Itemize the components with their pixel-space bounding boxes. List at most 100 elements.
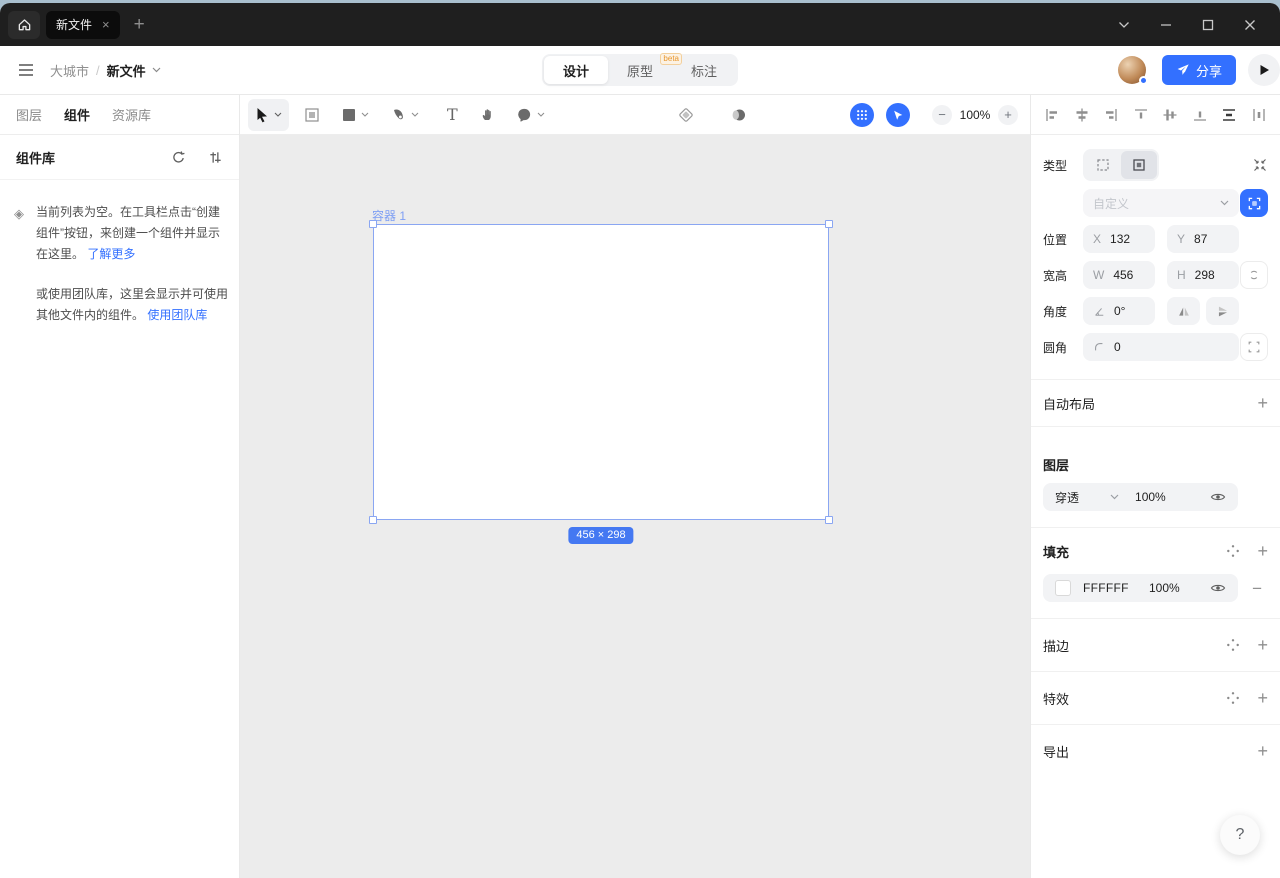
canvas[interactable]: 容器 1 456 × 298 — [240, 135, 1030, 878]
close-tab-icon[interactable]: × — [102, 18, 110, 31]
effects-style-dots-icon[interactable] — [1226, 691, 1240, 705]
align-horizontal-center-icon[interactable] — [1074, 107, 1090, 123]
effects-section-label: 特效 — [1043, 689, 1069, 708]
layer-visibility-eye-icon[interactable] — [1210, 491, 1226, 503]
comment-tool[interactable] — [510, 99, 552, 131]
text-tool[interactable]: T — [440, 99, 465, 131]
breadcrumb-file-name[interactable]: 新文件 — [107, 61, 146, 80]
height-input[interactable]: H 298 — [1167, 261, 1239, 289]
main-menu-button[interactable] — [14, 58, 38, 82]
learn-more-link[interactable]: 了解更多 — [87, 247, 135, 261]
tab-layers[interactable]: 图层 — [16, 105, 42, 124]
distribute-horizontal-icon[interactable] — [1251, 107, 1267, 123]
corner-radius-input[interactable]: 0 — [1083, 333, 1239, 361]
file-menu-chevron-icon[interactable] — [152, 67, 161, 73]
fill-visibility-eye-icon[interactable] — [1210, 582, 1226, 594]
blend-mode-field[interactable]: 穿透 100% — [1043, 483, 1238, 511]
hand-tool[interactable] — [473, 99, 502, 131]
align-left-icon[interactable] — [1044, 107, 1060, 123]
selection-name-label[interactable]: 容器 1 — [372, 207, 406, 224]
flip-horizontal-icon — [1177, 305, 1191, 318]
component-library-title: 组件库 — [16, 148, 55, 167]
move-tool[interactable] — [248, 99, 289, 131]
mode-switch: 设计 原型 beta 标注 — [542, 54, 738, 86]
mask-tool[interactable] — [670, 99, 702, 131]
layer-section-header: 图层 — [1043, 427, 1268, 483]
x-input[interactable]: X 132 — [1083, 225, 1155, 253]
add-export-button[interactable]: + — [1257, 742, 1268, 760]
present-play-button[interactable] — [1248, 54, 1280, 86]
frame-tool[interactable] — [297, 99, 327, 131]
resize-handle-bottom-left[interactable] — [369, 516, 377, 524]
avatar[interactable] — [1118, 56, 1146, 84]
help-button[interactable]: ? — [1220, 815, 1260, 855]
fill-opacity-value[interactable]: 100% — [1149, 581, 1180, 595]
fill-section-header: 填充 + — [1043, 528, 1268, 574]
tab-annotate[interactable]: 标注 — [672, 56, 736, 84]
export-section-header: 导出 + — [1043, 725, 1268, 777]
type-frame-option[interactable] — [1085, 151, 1121, 179]
use-team-library-link[interactable]: 使用团队库 — [147, 308, 207, 322]
new-tab-button[interactable]: + — [134, 15, 145, 34]
collapse-panel-icon[interactable] — [1252, 157, 1268, 173]
refresh-icon[interactable] — [171, 150, 186, 165]
demo-play-button[interactable] — [886, 103, 910, 127]
shape-tool[interactable] — [335, 99, 376, 131]
align-vertical-center-icon[interactable] — [1162, 107, 1178, 123]
fill-hex-value[interactable]: FFFFFF — [1083, 581, 1149, 595]
add-fill-button[interactable]: + — [1257, 542, 1268, 560]
align-bottom-icon[interactable] — [1192, 107, 1208, 123]
layer-section-label: 图层 — [1043, 455, 1069, 474]
distribute-vertical-icon[interactable] — [1221, 107, 1237, 123]
flip-horizontal-button[interactable] — [1167, 297, 1200, 325]
stroke-style-dots-icon[interactable] — [1226, 638, 1240, 652]
add-effect-button[interactable]: + — [1257, 689, 1268, 707]
tab-prototype[interactable]: 原型 beta — [608, 56, 672, 84]
share-button[interactable]: 分享 — [1162, 55, 1236, 85]
tab-components[interactable]: 组件 — [64, 105, 90, 124]
play-icon — [1259, 64, 1270, 76]
plugins-grid-button[interactable] — [850, 103, 874, 127]
boolean-blend-tool[interactable] — [722, 99, 754, 131]
resize-handle-top-left[interactable] — [369, 220, 377, 228]
fill-color-swatch[interactable] — [1055, 580, 1071, 596]
container-scan-button[interactable] — [1240, 189, 1268, 217]
zoom-in-button[interactable]: + — [998, 105, 1018, 125]
resize-handle-bottom-right[interactable] — [825, 516, 833, 524]
tab-design[interactable]: 设计 — [544, 56, 608, 84]
container-type-segment — [1083, 149, 1159, 181]
add-auto-layout-button[interactable]: + — [1257, 394, 1268, 412]
selected-container[interactable]: 容器 1 456 × 298 — [373, 224, 829, 520]
file-tab[interactable]: 新文件 × — [46, 11, 120, 39]
filter-settings-icon[interactable] — [208, 150, 223, 165]
maximize-icon[interactable] — [1194, 11, 1222, 39]
y-input[interactable]: Y 87 — [1167, 225, 1239, 253]
independent-corners-button[interactable] — [1240, 333, 1268, 361]
home-button[interactable] — [8, 11, 40, 39]
component-style-dropdown[interactable]: 自定义 — [1083, 189, 1239, 217]
constrain-proportions-button[interactable] — [1240, 261, 1268, 289]
breadcrumb-team[interactable]: 大城市 — [50, 61, 89, 80]
zoom-level[interactable]: 100% — [952, 108, 998, 122]
fill-color-field[interactable]: FFFFFF 100% — [1043, 574, 1238, 602]
pen-tool[interactable] — [384, 99, 426, 131]
size-label: 宽高 — [1043, 267, 1083, 284]
fill-style-dots-icon[interactable] — [1226, 544, 1240, 558]
width-input[interactable]: W 456 — [1083, 261, 1155, 289]
remove-fill-button[interactable]: − — [1252, 580, 1262, 597]
align-right-icon[interactable] — [1103, 107, 1119, 123]
close-window-icon[interactable] — [1236, 11, 1264, 39]
stroke-section-header: 描边 + — [1043, 619, 1268, 671]
layer-opacity-value[interactable]: 100% — [1135, 490, 1171, 504]
window-menu-chevron-icon[interactable] — [1110, 11, 1138, 39]
add-stroke-button[interactable]: + — [1257, 636, 1268, 654]
type-container-option[interactable] — [1121, 151, 1157, 179]
align-top-icon[interactable] — [1133, 107, 1149, 123]
zoom-out-button[interactable]: − — [932, 105, 952, 125]
chevron-down-icon — [411, 112, 419, 117]
flip-vertical-button[interactable] — [1206, 297, 1239, 325]
angle-input[interactable]: 0° — [1083, 297, 1155, 325]
minimize-icon[interactable] — [1152, 11, 1180, 39]
resize-handle-top-right[interactable] — [825, 220, 833, 228]
tab-assets[interactable]: 资源库 — [112, 105, 151, 124]
